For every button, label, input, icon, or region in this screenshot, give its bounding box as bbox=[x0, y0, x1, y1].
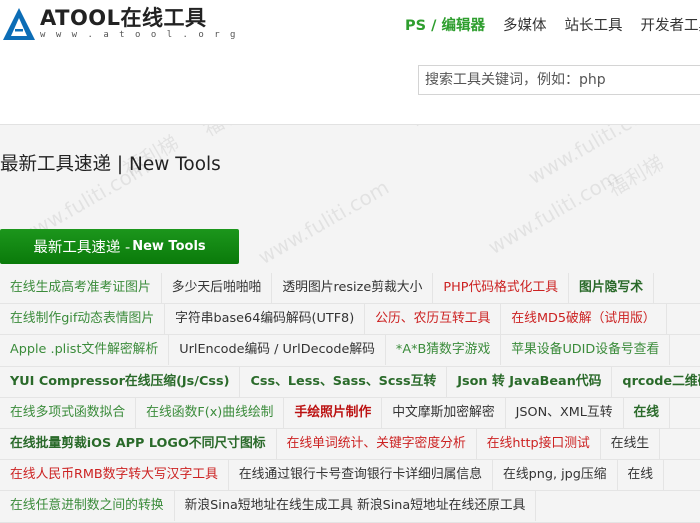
atool-logo-icon bbox=[3, 8, 35, 40]
top-header: ATOOL在线工具 w w w . a t o o l . o r g PS /… bbox=[0, 0, 700, 49]
tool-link[interactable]: 透明图片resize剪裁大小 bbox=[272, 273, 434, 303]
tool-link[interactable]: qrcode二维码 bbox=[612, 367, 700, 397]
tool-link[interactable]: Json 转 JavaBean代码 bbox=[447, 366, 613, 397]
tool-link[interactable]: UrlEncode编码 / UrlDecode解码 bbox=[169, 335, 386, 366]
tool-link[interactable]: PHP代码格式化工具 bbox=[433, 273, 570, 303]
tool-row: 在线多项式函数拟合 在线函数F(x)曲线绘制 手绘照片制作 中文摩斯加密解密 JSON、… bbox=[0, 397, 700, 429]
logo-url: w w w . a t o o l . o r g bbox=[40, 30, 238, 40]
tool-link[interactable]: 在线多项式函数拟合 bbox=[0, 397, 137, 428]
tool-row: Apple .plist文件解密解析 UrlEncode编码 / UrlDecod… bbox=[0, 335, 700, 367]
tool-link[interactable]: 在线 bbox=[618, 460, 665, 491]
tool-row: 在线批量剪裁iOS APP LOGO不同尺寸图标 在线单词统计、关键字密度分析 在线… bbox=[0, 428, 700, 461]
tool-row: YUI Compressor在线压缩(Js/Css) Css、Less、Sass、… bbox=[0, 366, 700, 398]
nav-item-multimedia[interactable]: 多媒体 bbox=[503, 14, 547, 35]
nav-item-ps-editor[interactable]: PS / 编辑器 bbox=[405, 14, 485, 35]
tool-link[interactable]: 在线生成高考准考证图片 bbox=[0, 273, 162, 303]
tool-link[interactable]: 在线制作gif动态表情图片 bbox=[0, 304, 166, 335]
tool-link[interactable]: 新浪Sina短地址在线生成工具 新浪Sina短地址在线还原工具 bbox=[175, 491, 537, 522]
tool-link[interactable]: 图片隐写术 bbox=[569, 273, 655, 303]
tool-grid: 在线生成高考准考证图片 多少天后啪啪啪 透明图片resize剪裁大小 PHP代码格式化… bbox=[0, 273, 700, 523]
watermark-text: 福利梯 bbox=[603, 150, 668, 202]
tool-link[interactable]: 在线批量剪裁iOS APP LOGO不同尺寸图标 bbox=[0, 428, 277, 459]
nav-item-developer[interactable]: 开发者工具 bbox=[640, 14, 700, 35]
tool-link[interactable]: 在线人民币RMB数字转大写汉字工具 bbox=[0, 460, 229, 491]
tool-link[interactable]: 苹果设备UDID设备号查看 bbox=[501, 335, 671, 366]
tool-link[interactable]: 多少天后啪啪啪 bbox=[162, 273, 273, 303]
tool-link[interactable]: Apple .plist文件解密解析 bbox=[0, 335, 170, 366]
tool-link[interactable]: 手绘照片制作 bbox=[284, 397, 383, 428]
tool-link[interactable]: JSON、XML互转 bbox=[506, 397, 624, 428]
section-title: 最新工具速递 | New Tools bbox=[0, 154, 221, 175]
new-tools-button-cn: 最新工具速递 - bbox=[33, 240, 131, 256]
new-tools-button-en: New Tools bbox=[132, 239, 206, 254]
tool-link[interactable]: *A*B猜数字游戏 bbox=[386, 335, 502, 366]
main-nav: PS / 编辑器 多媒体 站长工具 开发者工具 bbox=[405, 0, 700, 48]
tool-row: 在线制作gif动态表情图片 字符串base64编码解码(UTF8) 公历、农历互转工… bbox=[0, 304, 700, 336]
watermark-text: www.fuliti.com bbox=[253, 174, 394, 270]
tool-row: 在线生成高考准考证图片 多少天后啪啪啪 透明图片resize剪裁大小 PHP代码格式化… bbox=[0, 273, 700, 305]
site-logo[interactable]: ATOOL在线工具 w w w . a t o o l . o r g bbox=[2, 4, 238, 44]
new-tools-button[interactable]: 最新工具速递 - New Tools bbox=[0, 229, 239, 264]
tool-link[interactable]: 在线单词统计、关键字密度分析 bbox=[277, 428, 477, 459]
tool-link[interactable]: 在线生 bbox=[601, 428, 661, 459]
search-input[interactable] bbox=[418, 65, 700, 95]
tool-link[interactable]: 在线MD5破解（试用版） bbox=[501, 304, 667, 335]
tool-link[interactable]: YUI Compressor在线压缩(Js/Css) bbox=[0, 366, 241, 397]
logo-name: ATOOL在线工具 bbox=[40, 6, 207, 30]
tool-link[interactable]: 在线png, jpg压缩 bbox=[493, 460, 618, 491]
tool-row: 在线人民币RMB数字转大写汉字工具 在线通过银行卡号查询银行卡详细归属信息 在线pn… bbox=[0, 460, 700, 492]
tool-link[interactable]: 在线通过银行卡号查询银行卡详细归属信息 bbox=[229, 460, 494, 491]
search-bar bbox=[0, 48, 700, 125]
tool-link[interactable]: Css、Less、Sass、Scss互转 bbox=[240, 366, 448, 397]
tool-link[interactable]: 在线 bbox=[624, 397, 671, 428]
nav-item-webmaster[interactable]: 站长工具 bbox=[564, 14, 622, 35]
tool-link[interactable]: 在线http接口测试 bbox=[477, 428, 601, 459]
watermark-text: www.fuliti.com bbox=[483, 164, 624, 260]
tool-link[interactable]: 公历、农历互转工具 bbox=[365, 304, 502, 335]
tool-link[interactable]: 中文摩斯加密解密 bbox=[382, 397, 506, 428]
tool-link[interactable]: 字符串base64编码解码(UTF8) bbox=[165, 304, 366, 335]
tool-row: 在线任意进制数之间的转换 新浪Sina短地址在线生成工具 新浪Sina短地址在线还… bbox=[0, 491, 700, 523]
tool-link[interactable]: 在线任意进制数之间的转换 bbox=[0, 491, 175, 522]
tool-link[interactable]: 在线函数F(x)曲线绘制 bbox=[136, 397, 285, 428]
